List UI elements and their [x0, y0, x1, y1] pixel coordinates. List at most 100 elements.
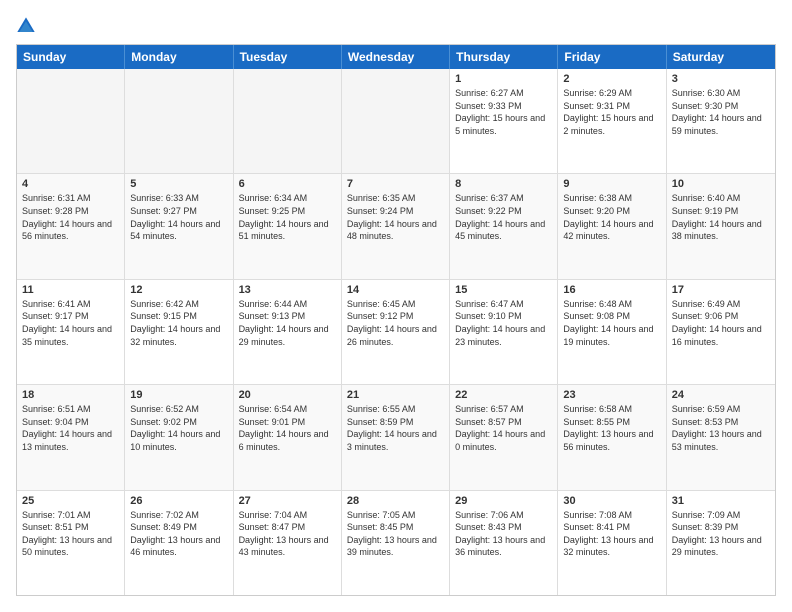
cell-date: 30: [563, 495, 660, 507]
cell-info: Sunrise: 6:49 AMSunset: 9:06 PMDaylight:…: [672, 298, 770, 348]
calendar-cell: 2 Sunrise: 6:29 AMSunset: 9:31 PMDaylight…: [558, 69, 666, 173]
calendar-cell: 6 Sunrise: 6:34 AMSunset: 9:25 PMDaylight…: [234, 174, 342, 278]
calendar-cell: 18Sunrise: 6:51 AMSunset: 9:04 PMDayligh…: [17, 385, 125, 489]
logo: [16, 16, 40, 36]
calendar-cell: 16 Sunrise: 6:48 AMSunset: 9:08 PMDayligh…: [558, 280, 666, 384]
cell-date: 2: [563, 73, 660, 85]
day-header: Saturday: [667, 45, 775, 69]
cell-info: Sunrise: 7:02 AMSunset: 8:49 PMDaylight:…: [130, 509, 227, 559]
cell-date: 15: [455, 284, 552, 296]
cell-info: Sunrise: 7:06 AMSunset: 8:43 PMDaylight:…: [455, 509, 552, 559]
calendar-cell: 27 Sunrise: 7:04 AMSunset: 8:47 PMDayligh…: [234, 491, 342, 595]
calendar-cell: 31 Sunrise: 7:09 AMSunset: 8:39 PMDayligh…: [667, 491, 775, 595]
day-header: Monday: [125, 45, 233, 69]
cell-date: 23: [563, 389, 660, 401]
calendar-row: 4 Sunrise: 6:31 AMSunset: 9:28 PMDaylight…: [17, 174, 775, 279]
calendar-cell: 29 Sunrise: 7:06 AMSunset: 8:43 PMDayligh…: [450, 491, 558, 595]
page: SundayMondayTuesdayWednesdayThursdayFrid…: [0, 0, 792, 612]
cell-info: Sunrise: 6:48 AMSunset: 9:08 PMDaylight:…: [563, 298, 660, 348]
calendar-cell: [234, 69, 342, 173]
cell-date: 5: [130, 178, 227, 190]
calendar-cell: [125, 69, 233, 173]
day-header: Sunday: [17, 45, 125, 69]
calendar-cell: 28 Sunrise: 7:05 AMSunset: 8:45 PMDayligh…: [342, 491, 450, 595]
cell-date: 16: [563, 284, 660, 296]
calendar-row: 25 Sunrise: 7:01 AMSunset: 8:51 PMDayligh…: [17, 491, 775, 595]
cell-date: 8: [455, 178, 552, 190]
cell-info: Sunrise: 6:34 AMSunset: 9:25 PMDaylight:…: [239, 192, 336, 242]
calendar-cell: 11Sunrise: 6:41 AMSunset: 9:17 PMDayligh…: [17, 280, 125, 384]
calendar-cell: 7 Sunrise: 6:35 AMSunset: 9:24 PMDaylight…: [342, 174, 450, 278]
cell-info: Sunrise: 6:37 AMSunset: 9:22 PMDaylight:…: [455, 192, 552, 242]
cell-date: 31: [672, 495, 770, 507]
calendar-cell: 4 Sunrise: 6:31 AMSunset: 9:28 PMDaylight…: [17, 174, 125, 278]
cell-date: 17: [672, 284, 770, 296]
day-header: Thursday: [450, 45, 558, 69]
cell-date: 7: [347, 178, 444, 190]
calendar-row: 1Sunrise: 6:27 AMSunset: 9:33 PMDaylight…: [17, 69, 775, 174]
calendar-cell: [342, 69, 450, 173]
cell-info: Sunrise: 6:27 AMSunset: 9:33 PMDaylight:…: [455, 87, 552, 137]
cell-date: 11: [22, 284, 119, 296]
calendar-cell: 12 Sunrise: 6:42 AMSunset: 9:15 PMDayligh…: [125, 280, 233, 384]
cell-info: Sunrise: 6:45 AMSunset: 9:12 PMDaylight:…: [347, 298, 444, 348]
calendar-body: 1Sunrise: 6:27 AMSunset: 9:33 PMDaylight…: [17, 69, 775, 595]
cell-date: 27: [239, 495, 336, 507]
cell-info: Sunrise: 6:31 AMSunset: 9:28 PMDaylight:…: [22, 192, 119, 242]
cell-date: 21: [347, 389, 444, 401]
cell-info: Sunrise: 6:33 AMSunset: 9:27 PMDaylight:…: [130, 192, 227, 242]
cell-info: Sunrise: 6:29 AMSunset: 9:31 PMDaylight:…: [563, 87, 660, 137]
cell-date: 28: [347, 495, 444, 507]
cell-info: Sunrise: 6:59 AMSunset: 8:53 PMDaylight:…: [672, 403, 770, 453]
logo-icon: [16, 16, 36, 36]
cell-info: Sunrise: 6:58 AMSunset: 8:55 PMDaylight:…: [563, 403, 660, 453]
calendar-cell: 3 Sunrise: 6:30 AMSunset: 9:30 PMDaylight…: [667, 69, 775, 173]
calendar: SundayMondayTuesdayWednesdayThursdayFrid…: [16, 44, 776, 596]
cell-info: Sunrise: 6:30 AMSunset: 9:30 PMDaylight:…: [672, 87, 770, 137]
calendar-cell: 21 Sunrise: 6:55 AMSunset: 8:59 PMDayligh…: [342, 385, 450, 489]
calendar-row: 11Sunrise: 6:41 AMSunset: 9:17 PMDayligh…: [17, 280, 775, 385]
cell-info: Sunrise: 6:54 AMSunset: 9:01 PMDaylight:…: [239, 403, 336, 453]
cell-info: Sunrise: 6:55 AMSunset: 8:59 PMDaylight:…: [347, 403, 444, 453]
day-header: Friday: [558, 45, 666, 69]
calendar-cell: 24 Sunrise: 6:59 AMSunset: 8:53 PMDayligh…: [667, 385, 775, 489]
cell-date: 20: [239, 389, 336, 401]
cell-date: 25: [22, 495, 119, 507]
calendar-cell: 26 Sunrise: 7:02 AMSunset: 8:49 PMDayligh…: [125, 491, 233, 595]
cell-info: Sunrise: 6:47 AMSunset: 9:10 PMDaylight:…: [455, 298, 552, 348]
calendar-cell: 14 Sunrise: 6:45 AMSunset: 9:12 PMDayligh…: [342, 280, 450, 384]
cell-info: Sunrise: 7:01 AMSunset: 8:51 PMDaylight:…: [22, 509, 119, 559]
cell-date: 22: [455, 389, 552, 401]
day-header: Tuesday: [234, 45, 342, 69]
cell-info: Sunrise: 6:44 AMSunset: 9:13 PMDaylight:…: [239, 298, 336, 348]
cell-info: Sunrise: 6:35 AMSunset: 9:24 PMDaylight:…: [347, 192, 444, 242]
cell-info: Sunrise: 6:52 AMSunset: 9:02 PMDaylight:…: [130, 403, 227, 453]
cell-info: Sunrise: 6:57 AMSunset: 8:57 PMDaylight:…: [455, 403, 552, 453]
cell-date: 14: [347, 284, 444, 296]
cell-info: Sunrise: 7:04 AMSunset: 8:47 PMDaylight:…: [239, 509, 336, 559]
calendar-cell: 8 Sunrise: 6:37 AMSunset: 9:22 PMDaylight…: [450, 174, 558, 278]
cell-date: 26: [130, 495, 227, 507]
cell-date: 24: [672, 389, 770, 401]
calendar-cell: 9Sunrise: 6:38 AMSunset: 9:20 PMDaylight…: [558, 174, 666, 278]
cell-date: 4: [22, 178, 119, 190]
header: [16, 16, 776, 36]
calendar-cell: 22 Sunrise: 6:57 AMSunset: 8:57 PMDayligh…: [450, 385, 558, 489]
cell-date: 29: [455, 495, 552, 507]
cell-date: 12: [130, 284, 227, 296]
cell-info: Sunrise: 7:05 AMSunset: 8:45 PMDaylight:…: [347, 509, 444, 559]
calendar-cell: 30Sunrise: 7:08 AMSunset: 8:41 PMDayligh…: [558, 491, 666, 595]
calendar-cell: 15 Sunrise: 6:47 AMSunset: 9:10 PMDayligh…: [450, 280, 558, 384]
cell-date: 6: [239, 178, 336, 190]
cell-info: Sunrise: 6:42 AMSunset: 9:15 PMDaylight:…: [130, 298, 227, 348]
calendar-cell: 17 Sunrise: 6:49 AMSunset: 9:06 PMDayligh…: [667, 280, 775, 384]
cell-info: Sunrise: 6:40 AMSunset: 9:19 PMDaylight:…: [672, 192, 770, 242]
cell-info: Sunrise: 7:09 AMSunset: 8:39 PMDaylight:…: [672, 509, 770, 559]
calendar-cell: 5 Sunrise: 6:33 AMSunset: 9:27 PMDaylight…: [125, 174, 233, 278]
calendar-cell: 13Sunrise: 6:44 AMSunset: 9:13 PMDayligh…: [234, 280, 342, 384]
calendar-cell: 20 Sunrise: 6:54 AMSunset: 9:01 PMDayligh…: [234, 385, 342, 489]
cell-date: 3: [672, 73, 770, 85]
cell-info: Sunrise: 6:51 AMSunset: 9:04 PMDaylight:…: [22, 403, 119, 453]
calendar-cell: 1Sunrise: 6:27 AMSunset: 9:33 PMDaylight…: [450, 69, 558, 173]
calendar-cell: [17, 69, 125, 173]
